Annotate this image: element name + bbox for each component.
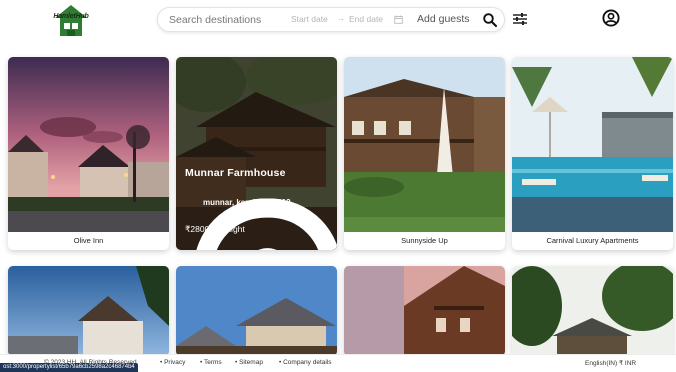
listing-card[interactable]: Sunnyside Up bbox=[344, 57, 505, 250]
header: HamletHub Start date → End date Add gues… bbox=[0, 0, 676, 44]
listing-card[interactable] bbox=[512, 266, 673, 356]
listing-image bbox=[344, 57, 505, 232]
footer-link-label: Privacy bbox=[164, 359, 186, 366]
date-arrow: → bbox=[337, 14, 345, 23]
listing-card[interactable] bbox=[176, 266, 337, 356]
footer-link-terms[interactable]: • Terms bbox=[200, 359, 222, 366]
start-date-field[interactable]: Start date bbox=[291, 14, 328, 24]
status-bar-url: ost:3000/propertylist/65b79a6cb2598a2c46… bbox=[0, 363, 138, 372]
listing-card[interactable]: Carnival Luxury Apartments bbox=[512, 57, 673, 250]
footer-link-label: Terms bbox=[203, 359, 222, 366]
listing-image bbox=[344, 266, 505, 356]
listing-image bbox=[512, 57, 673, 232]
calendar-icon[interactable] bbox=[394, 15, 403, 24]
logo[interactable]: HamletHub bbox=[52, 4, 90, 38]
listing-image bbox=[8, 57, 169, 232]
logo-text: HamletHub bbox=[53, 13, 89, 20]
footer-link-label: Sitemap bbox=[239, 359, 263, 366]
house-logo-icon bbox=[55, 5, 87, 36]
footer-link-privacy[interactable]: • Privacy bbox=[160, 359, 185, 366]
listing-name: Olive Inn bbox=[8, 232, 169, 250]
footer-link-sitemap[interactable]: • Sitemap bbox=[235, 359, 263, 366]
footer-link-company-details[interactable]: • Company details bbox=[279, 359, 332, 366]
listing-price: ₹2800 per night bbox=[185, 224, 245, 234]
search-bar: Start date → End date Add guests bbox=[157, 7, 505, 32]
listing-image bbox=[176, 266, 337, 356]
footer-link-label: Company details bbox=[283, 359, 332, 366]
filter-sliders-icon[interactable] bbox=[512, 11, 528, 27]
search-input[interactable] bbox=[169, 13, 277, 27]
listing-name: Carnival Luxury Apartments bbox=[512, 232, 673, 250]
add-guests-field[interactable]: Add guests bbox=[417, 13, 470, 25]
listing-location: munnar, kerala, 685612 bbox=[203, 198, 291, 207]
listing-name: Munnar Farmhouse bbox=[185, 167, 286, 179]
listing-image: Munnar Farmhouse munnar, kerala, 685612 … bbox=[176, 57, 337, 250]
listing-card[interactable]: Munnar Farmhouse munnar, kerala, 685612 … bbox=[176, 57, 337, 250]
hover-overlay: Munnar Farmhouse munnar, kerala, 685612 … bbox=[176, 57, 337, 250]
account-circle-icon[interactable] bbox=[602, 9, 620, 27]
listing-name: Sunnyside Up bbox=[344, 232, 505, 250]
listing-card[interactable] bbox=[8, 266, 169, 356]
locale-currency-selector[interactable]: English(IN) ₹ INR bbox=[585, 359, 636, 367]
listing-card[interactable] bbox=[344, 266, 505, 356]
search-icon[interactable] bbox=[482, 12, 498, 28]
listing-image bbox=[8, 266, 169, 356]
end-date-field[interactable]: End date bbox=[349, 14, 383, 24]
listing-image bbox=[512, 266, 673, 356]
listing-card[interactable]: Olive Inn bbox=[8, 57, 169, 250]
